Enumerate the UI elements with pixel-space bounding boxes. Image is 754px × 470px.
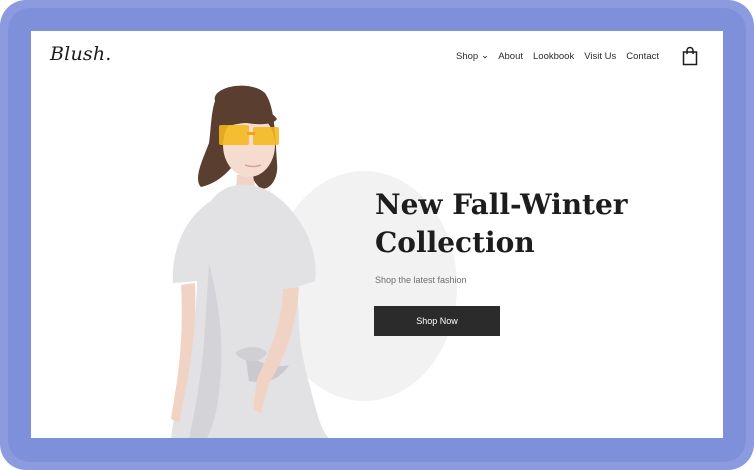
nav-item-visit-us[interactable]: Visit Us: [584, 51, 616, 62]
nav-item-label: Visit Us: [584, 51, 617, 62]
nav-item-label: Shop: [456, 51, 479, 62]
shop-now-button[interactable]: Shop Now: [374, 306, 500, 336]
hero-title-line-1: New Fall-Winter: [375, 188, 628, 221]
nav-item-label: About: [498, 51, 524, 62]
nav-item-label: Lookbook: [533, 51, 575, 62]
model-image: [171, 85, 329, 438]
nav-item-shop[interactable]: Shop: [456, 51, 488, 62]
main-nav: Shop About Lookbook Visit Us Contact: [456, 51, 659, 62]
hero-title-line-2: Collection: [375, 226, 535, 259]
hero-subtitle: Shop the latest fashion: [375, 275, 467, 285]
web-page: Blush. Shop About Lookbook Visit Us Cont…: [31, 31, 723, 438]
brand-logo[interactable]: Blush.: [50, 43, 112, 65]
chevron-down-icon: [483, 55, 488, 58]
shopping-bag-icon[interactable]: [682, 46, 698, 66]
nav-item-about[interactable]: About: [498, 51, 523, 62]
nav-item-label: Contact: [626, 51, 659, 62]
nav-item-contact[interactable]: Contact: [626, 51, 659, 62]
nav-item-lookbook[interactable]: Lookbook: [533, 51, 574, 62]
hero-title: New Fall-Winter Collection: [375, 186, 675, 262]
